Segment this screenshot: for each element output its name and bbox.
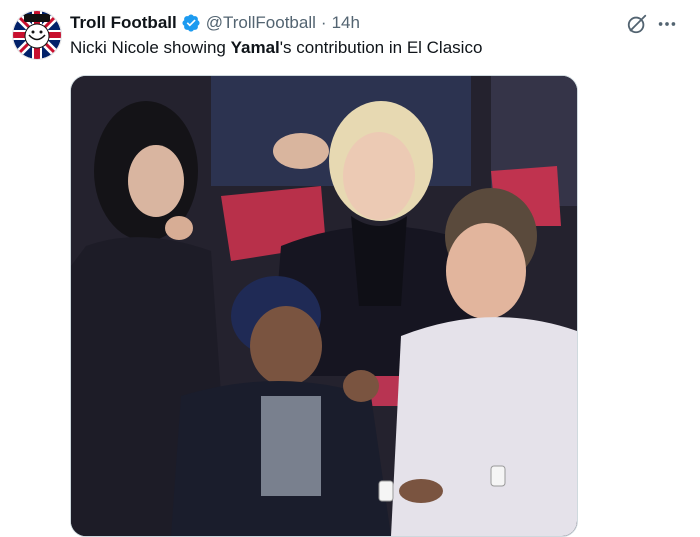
grok-button[interactable]	[624, 11, 650, 37]
stadium-crowd-photo-icon	[71, 76, 577, 536]
avatar[interactable]	[12, 10, 62, 60]
tweet-media-photo[interactable]	[70, 75, 578, 537]
tweet-text: Nicki Nicole showing Yamal's contributio…	[70, 38, 482, 58]
tweet-text-bold: Yamal	[230, 38, 280, 57]
tweet-header: Troll Football @TrollFootball · 14h	[70, 12, 360, 34]
more-horizontal-icon	[658, 22, 676, 26]
tweet-text-part: 's contribution in El Clasico	[279, 38, 483, 57]
author-display-name[interactable]: Troll Football	[70, 13, 177, 33]
tweet-text-part: Nicki Nicole showing	[70, 38, 231, 57]
grok-icon	[627, 14, 647, 34]
separator-dot: ·	[320, 13, 327, 32]
troll-football-logo-icon	[13, 11, 61, 59]
tweet-timestamp[interactable]: 14h	[332, 13, 360, 33]
author-handle[interactable]: @TrollFootball	[206, 13, 316, 33]
verified-badge-icon[interactable]	[181, 13, 201, 33]
more-options-button[interactable]	[654, 11, 680, 37]
